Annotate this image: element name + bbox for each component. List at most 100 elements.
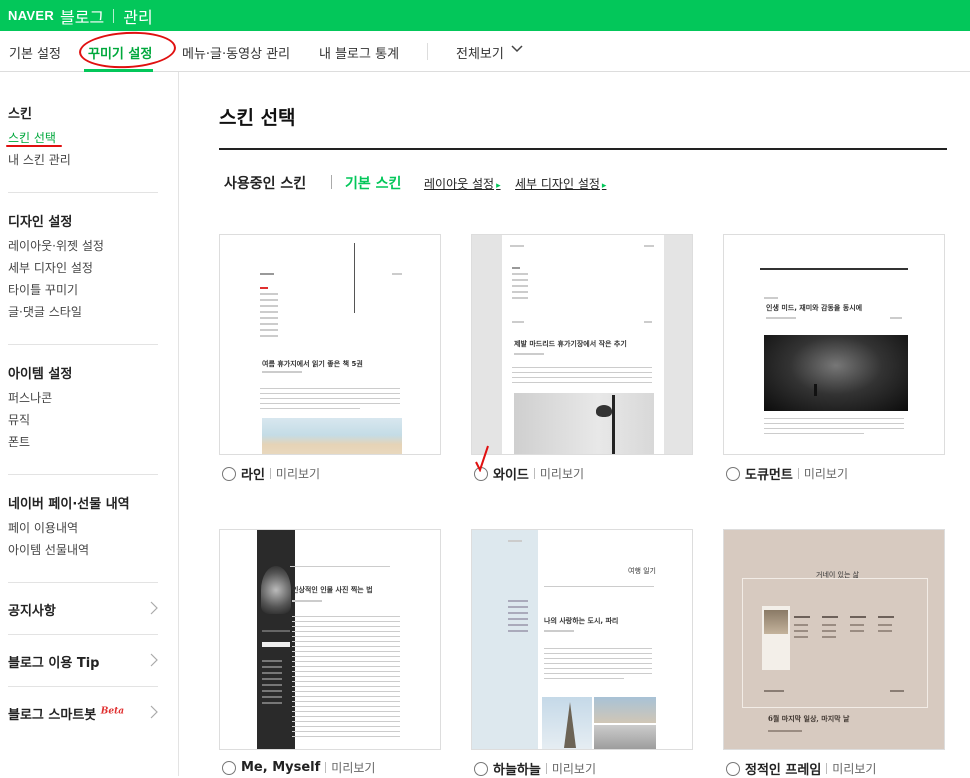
frame-photo — [764, 610, 788, 634]
tab-basic-settings[interactable]: 기본 설정 — [9, 43, 61, 62]
layout-settings-label: 레이아웃 설정 — [424, 177, 495, 191]
sidebar-item-layout[interactable]: 레이아웃·위젯 설정 — [8, 237, 104, 254]
preview-link[interactable]: 미리보기 — [832, 760, 876, 777]
tab-base-skin[interactable]: 기본 스킨 — [345, 173, 401, 193]
preview-link[interactable]: 미리보기 — [276, 465, 320, 482]
sidebar-divider — [8, 192, 158, 193]
skin-name[interactable]: 정적인 프레임 — [745, 759, 821, 778]
radio-me-myself[interactable] — [222, 760, 236, 775]
chevron-right-icon — [150, 653, 158, 667]
sidebar-heading-pay: 네이버 페이·선물 내역 — [8, 497, 130, 512]
sidebar-heading-design: 디자인 설정 — [8, 215, 73, 230]
title-divider — [113, 8, 115, 23]
skin-thumbnail-document[interactable]: 인생 미드, 재미와 감동을 동시에 — [723, 234, 945, 455]
thumb-post-title: 제발 마드리드 휴가기장에서 작은 추기 — [514, 340, 627, 348]
sidebar-item-post-style[interactable]: 글·댓글 스타일 — [8, 303, 82, 320]
sidebar-item-font[interactable]: 폰트 — [8, 433, 30, 450]
sidebar-divider — [8, 474, 158, 475]
sidebar-item-gift-history[interactable]: 아이템 선물내역 — [8, 541, 89, 558]
sidebar: 스킨 스킨 선택 내 스킨 관리 디자인 설정 레이아웃·위젯 설정 세부 디자… — [0, 72, 179, 776]
thumb-blog-title: 여행 일기 — [628, 567, 656, 575]
sidebar-divider — [8, 686, 158, 687]
detail-design-link[interactable]: 세부 디자인 설정 ▸ — [515, 175, 606, 192]
skin-divider — [533, 468, 535, 479]
skin-thumbnail-haneul[interactable]: 여행 일기 나의 사랑하는 도시, 파리 — [471, 529, 693, 750]
sidebar-link-label: 블로그 이용 Tip — [8, 656, 100, 671]
radio-document[interactable] — [726, 466, 740, 481]
layout-settings-link[interactable]: 레이아웃 설정 ▸ — [424, 175, 501, 192]
tab-using-skin[interactable]: 사용중인 스킨 — [224, 173, 306, 193]
skin-option-wide: 와이드 미리보기 — [474, 464, 584, 483]
skin-option-me-myself: Me, Myself 미리보기 — [222, 759, 375, 776]
admin-title: 관리 — [123, 7, 153, 27]
chevron-right-icon — [150, 601, 158, 615]
skin-divider — [269, 468, 271, 479]
dark-hall-image — [764, 335, 908, 411]
skin-name[interactable]: 와이드 — [493, 464, 529, 483]
sidebar-item-detail-design[interactable]: 세부 디자인 설정 — [8, 259, 93, 276]
annotation-underline — [6, 145, 62, 147]
beach-image — [262, 418, 402, 454]
chevron-down-icon[interactable] — [511, 44, 523, 54]
skin-name[interactable]: 하늘하늘 — [493, 759, 541, 778]
thumb-post-title: 6월 마지막 일상, 마지막 날 — [768, 714, 850, 723]
preview-link[interactable]: 미리보기 — [331, 759, 375, 776]
preview-link[interactable]: 미리보기 — [552, 760, 596, 777]
tab-content-management[interactable]: 메뉴·글·동영상 관리 — [182, 43, 290, 62]
sidebar-link-tip[interactable]: 블로그 이용 Tip — [8, 652, 158, 671]
blog-title[interactable]: 블로그 — [60, 4, 104, 28]
skin-option-static-frame: 정적인 프레임 미리보기 — [726, 759, 876, 778]
sidebar-item-skin-select[interactable]: 스킨 선택 — [8, 129, 56, 146]
thumb-post-title: 나의 사랑하는 도시, 파리 — [544, 617, 619, 625]
title-rule — [219, 148, 947, 150]
sidebar-item-personacon[interactable]: 퍼스나콘 — [8, 389, 52, 406]
subnav-divider — [331, 175, 332, 189]
sidebar-heading-skin: 스킨 — [8, 107, 32, 122]
skin-divider — [826, 763, 828, 774]
skin-thumbnail-line[interactable]: 여름 휴가지에서 읽기 좋은 책 5권 — [219, 234, 441, 455]
skin-divider — [545, 763, 547, 774]
skin-thumbnail-static-frame[interactable]: 거네이 있는 삶 6월 마지막 일상, 마지막 날 — [723, 529, 945, 750]
annotation-checkmark — [475, 445, 489, 472]
beta-badge: Beta — [100, 706, 125, 717]
naver-logo[interactable]: NAVER — [8, 8, 54, 23]
profile-photo — [261, 566, 291, 614]
radio-haneul[interactable] — [474, 761, 488, 776]
thumb-post-title: 인상적인 인물 사진 찍는 법 — [292, 586, 373, 594]
radio-static-frame[interactable] — [726, 761, 740, 776]
sidebar-divider — [8, 344, 158, 345]
sidebar-link-label: 공지사항 — [8, 604, 56, 619]
louvre-image — [594, 697, 656, 723]
thumb-post-title: 여름 휴가지에서 읽기 좋은 책 5권 — [262, 360, 363, 368]
sidebar-link-smartbot[interactable]: 블로그 스마트봇 Beta — [8, 704, 158, 723]
skin-name[interactable]: 라인 — [241, 464, 265, 483]
sidebar-item-pay-history[interactable]: 페이 이용내역 — [8, 519, 78, 536]
sidebar-heading-item: 아이템 설정 — [8, 367, 73, 382]
sidebar-link-notice[interactable]: 공지사항 — [8, 600, 158, 619]
sidebar-item-title[interactable]: 타이틀 꾸미기 — [8, 281, 78, 298]
skin-option-haneul: 하늘하늘 미리보기 — [474, 759, 596, 778]
lamp-image — [514, 393, 654, 454]
main-nav: 기본 설정 꾸미기 설정 메뉴·글·동영상 관리 내 블로그 통계 전체보기 — [0, 29, 970, 72]
skin-name[interactable]: Me, Myself — [241, 760, 320, 775]
chevron-right-icon — [150, 705, 158, 719]
nav-divider — [427, 43, 428, 60]
skin-divider — [325, 762, 327, 773]
sidebar-divider — [8, 634, 158, 635]
arrow-right-icon: ▸ — [601, 181, 607, 191]
preview-link[interactable]: 미리보기 — [540, 465, 584, 482]
sidebar-item-my-skin[interactable]: 내 스킨 관리 — [8, 151, 71, 168]
skin-name[interactable]: 도큐먼트 — [745, 464, 793, 483]
tab-view-all[interactable]: 전체보기 — [456, 43, 504, 62]
arrow-right-icon: ▸ — [496, 181, 501, 191]
street-image — [594, 725, 656, 749]
sidebar-link-label: 블로그 스마트봇 — [8, 708, 97, 723]
radio-line[interactable] — [222, 466, 236, 481]
skin-thumbnail-me-myself[interactable]: 인상적인 인물 사진 찍는 법 — [219, 529, 441, 750]
skin-thumbnail-wide[interactable]: 제발 마드리드 휴가기장에서 작은 추기 — [471, 234, 693, 455]
annotation-circle — [78, 29, 177, 71]
tab-blog-stats[interactable]: 내 블로그 통계 — [319, 43, 399, 62]
sidebar-divider — [8, 582, 158, 583]
sidebar-item-music[interactable]: 뮤직 — [8, 411, 30, 428]
preview-link[interactable]: 미리보기 — [804, 465, 848, 482]
